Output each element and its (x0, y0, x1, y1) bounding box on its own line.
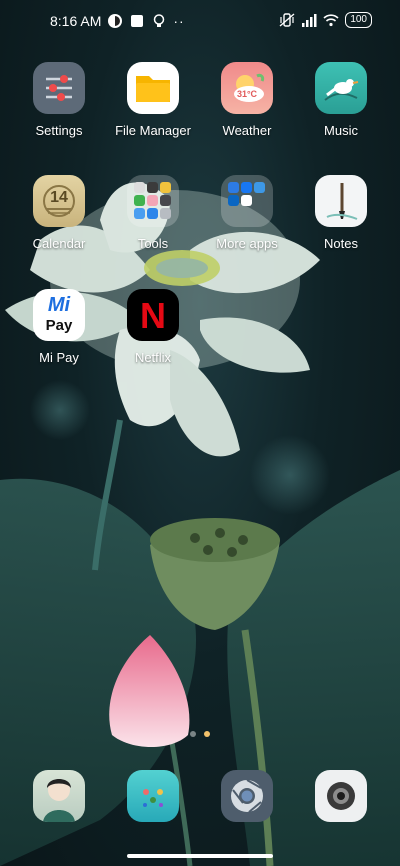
page-indicator-dot-2[interactable] (204, 731, 210, 737)
themes-icon (143, 789, 163, 807)
status-time: 8:16 AM (50, 13, 102, 29)
app-music[interactable]: Music (296, 62, 386, 138)
app-file-manager[interactable]: File Manager (108, 62, 198, 138)
signal-icon (302, 14, 317, 27)
tools-folder-icon (127, 175, 179, 227)
settings-icon (33, 62, 85, 114)
tools-label: Tools (137, 236, 169, 251)
mi-pay-label: Mi Pay (39, 350, 79, 365)
mi-pay-icon: Mi Pay (33, 289, 85, 341)
weather-temp: 31°C (236, 89, 258, 99)
dock-app-themes[interactable] (127, 770, 179, 822)
wifi-icon (323, 14, 339, 27)
netflix-label: Netflix (134, 350, 172, 365)
folder-icon (127, 62, 179, 114)
chrome-icon (231, 779, 263, 813)
netflix-logo: N (140, 295, 166, 336)
calendar-day: 14 (50, 189, 68, 206)
music-label: Music (324, 123, 358, 138)
notification-app-icon (108, 14, 123, 28)
more-apps-folder-icon (221, 175, 273, 227)
notes-label: Notes (324, 236, 358, 251)
netflix-icon: N (127, 289, 179, 341)
weather-label: Weather (222, 123, 272, 138)
vibrate-off-icon (279, 13, 295, 27)
notification-square-icon (131, 15, 144, 27)
portrait-icon (43, 779, 75, 822)
app-netflix[interactable]: N Netflix (108, 289, 198, 365)
camera-icon (327, 782, 355, 810)
more-apps-label: More apps (216, 236, 278, 251)
notes-brush-icon (315, 175, 367, 227)
notification-bulb-icon (154, 14, 165, 27)
mi-pay-logo-top: Mi (47, 294, 71, 316)
app-notes[interactable]: Notes (296, 175, 386, 251)
dock-app-camera[interactable] (315, 770, 367, 822)
folder-more-apps[interactable]: More apps (202, 175, 292, 251)
music-bird-icon (315, 62, 367, 114)
app-weather[interactable]: 31°C Weather (202, 62, 292, 138)
app-calendar[interactable]: 14 Calendar (14, 175, 104, 251)
mi-pay-logo-bottom: Pay (45, 317, 73, 334)
file-manager-label: File Manager (115, 123, 191, 138)
app-settings[interactable]: Settings (14, 62, 104, 138)
home-gesture-bar[interactable] (127, 854, 273, 858)
calendar-icon: 14 (33, 175, 85, 227)
calendar-label: Calendar (32, 236, 86, 251)
battery-indicator: 100 (345, 12, 372, 28)
more-notifications-icon: ·· (173, 13, 185, 29)
dock-app-chrome[interactable] (221, 770, 273, 822)
settings-label: Settings (35, 123, 83, 138)
status-bar: 8:16 AM ·· 100 (0, 0, 400, 44)
folder-tools[interactable]: Tools (108, 175, 198, 251)
page-indicator-dot-1[interactable] (190, 731, 196, 737)
dock-app-portrait[interactable] (33, 770, 85, 822)
weather-icon: 31°C (221, 62, 273, 114)
app-mi-pay[interactable]: Mi Pay Mi Pay (14, 289, 104, 365)
